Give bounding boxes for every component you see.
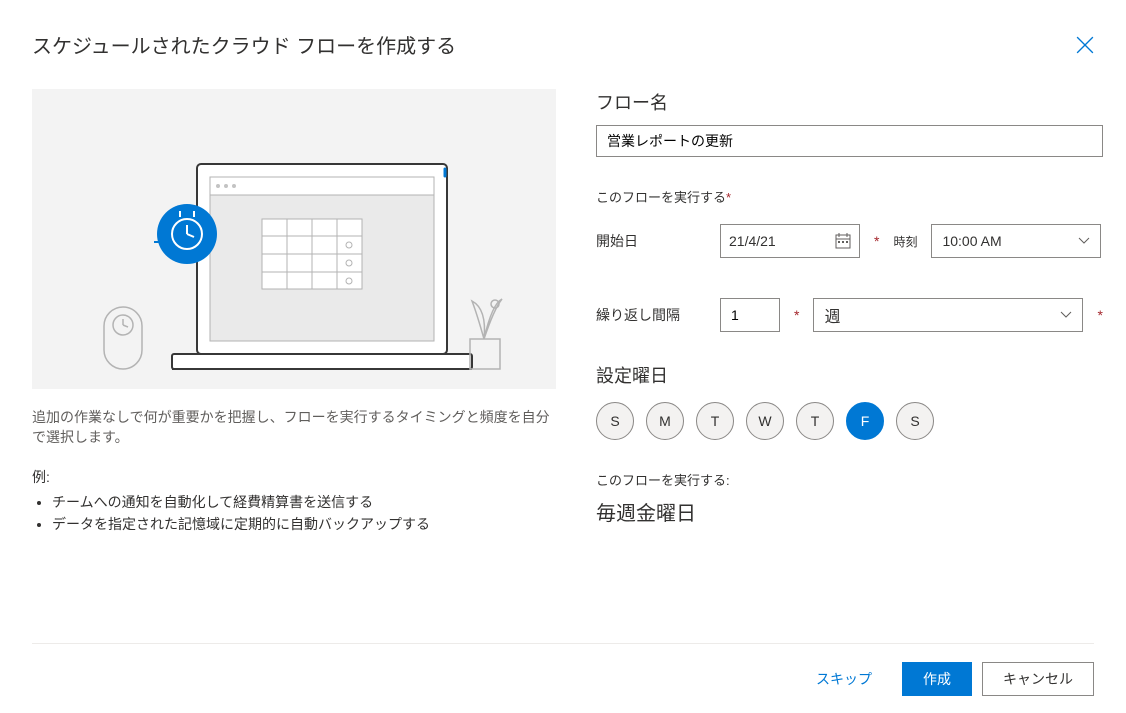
calendar-icon — [835, 233, 851, 249]
time-label: 時刻 — [893, 233, 917, 250]
run-summary: 毎週金曜日 — [596, 497, 1103, 526]
left-column: 追加の作業なしで何が重要かを把握し、フローを実行するタイミングと頻度を自分で選択… — [32, 89, 556, 643]
example-item: チームへの通知を自動化して経費精算書を送信する — [52, 491, 556, 513]
start-date-label: 開始日 — [596, 231, 706, 251]
required-mark: * — [1097, 307, 1102, 323]
day-thursday[interactable]: T — [796, 402, 834, 440]
start-date-row: 開始日 21/4/21 * 時刻 10:00 AM — [596, 224, 1103, 258]
repeat-unit-value: 週 — [824, 303, 840, 327]
create-scheduled-flow-dialog: スケジュールされたクラウド フローを作成する — [0, 0, 1126, 713]
flow-name-input[interactable] — [596, 125, 1103, 157]
day-tuesday[interactable]: T — [696, 402, 734, 440]
close-icon — [1076, 36, 1094, 54]
required-mark: * — [874, 233, 879, 249]
examples-heading: 例: — [32, 467, 556, 487]
run-summary-label: このフローを実行する: — [596, 470, 1103, 489]
dialog-header: スケジュールされたクラウド フローを作成する — [32, 30, 1094, 59]
day-monday[interactable]: M — [646, 402, 684, 440]
close-button[interactable] — [1076, 36, 1094, 54]
day-friday[interactable]: F — [846, 402, 884, 440]
flow-name-label: フロー名 — [596, 89, 1103, 115]
start-date-input[interactable]: 21/4/21 — [720, 224, 860, 258]
repeat-row: 繰り返し間隔 * 週 * — [596, 298, 1103, 332]
day-sunday[interactable]: S — [596, 402, 634, 440]
dialog-body: 追加の作業なしで何が重要かを把握し、フローを実行するタイミングと頻度を自分で選択… — [32, 89, 1094, 643]
dialog-title: スケジュールされたクラウド フローを作成する — [32, 30, 456, 59]
cancel-button[interactable]: キャンセル — [982, 662, 1094, 696]
start-date-value: 21/4/21 — [729, 233, 776, 249]
example-item: データを指定された記憶域に定期的に自動バックアップする — [52, 513, 556, 535]
dialog-footer: スキップ 作成 キャンセル — [32, 643, 1094, 713]
run-group-label: このフローを実行する* — [596, 187, 1103, 206]
days-label: 設定曜日 — [596, 362, 1103, 388]
create-button[interactable]: 作成 — [902, 662, 972, 696]
chevron-down-icon — [1060, 309, 1072, 321]
skip-button[interactable]: スキップ — [796, 662, 892, 696]
repeat-unit-select[interactable]: 週 — [813, 298, 1083, 332]
required-mark: * — [794, 307, 799, 323]
repeat-value-input[interactable] — [720, 298, 780, 332]
description-text: 追加の作業なしで何が重要かを把握し、フローを実行するタイミングと頻度を自分で選択… — [32, 407, 556, 447]
day-saturday[interactable]: S — [896, 402, 934, 440]
day-wednesday[interactable]: W — [746, 402, 784, 440]
time-select[interactable]: 10:00 AM — [931, 224, 1101, 258]
repeat-label: 繰り返し間隔 — [596, 305, 706, 325]
days-row: S M T W T F S — [596, 402, 1103, 440]
time-value: 10:00 AM — [942, 233, 1001, 249]
examples-list: チームへの通知を自動化して経費精算書を送信する データを指定された記憶域に定期的… — [32, 491, 556, 535]
right-column: フロー名 このフローを実行する* 開始日 21/4/21 * 時刻 10:00 … — [596, 89, 1103, 643]
chevron-down-icon — [1078, 235, 1090, 247]
illustration — [32, 89, 556, 389]
